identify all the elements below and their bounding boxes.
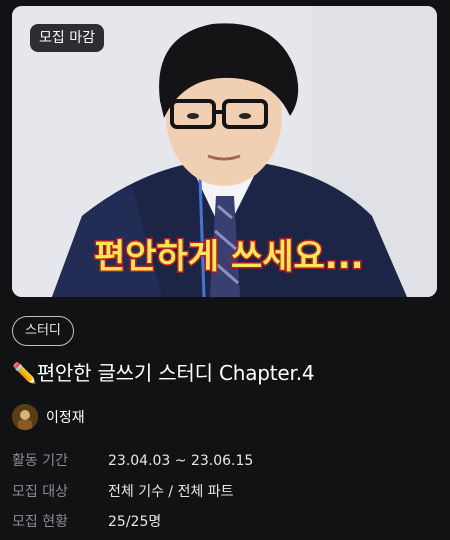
author[interactable]: 이정재 bbox=[12, 404, 85, 430]
category-chip[interactable]: 스터디 bbox=[12, 316, 74, 346]
caption-text: 편안하게 쓰세요... bbox=[94, 237, 364, 277]
info-value: 25/25명 bbox=[108, 514, 162, 530]
info-row-period: 활동 기간 23.04.03 ~ 23.06.15 bbox=[12, 451, 253, 471]
study-title: ✏️편안한 글쓰기 스터디 Chapter.4 bbox=[12, 361, 315, 385]
info-value: 전체 기수 / 전체 파트 bbox=[108, 484, 234, 500]
avatar-image bbox=[12, 404, 38, 430]
study-card[interactable]: 편안하게 쓰세요... 모집 마감 스터디 ✏️편안한 글쓰기 스터디 Chap… bbox=[0, 0, 450, 540]
info-label: 활동 기간 bbox=[12, 453, 68, 469]
info-label: 모집 대상 bbox=[12, 484, 68, 500]
author-avatar bbox=[12, 404, 38, 430]
author-name: 이정재 bbox=[46, 410, 85, 426]
info-value: 23.04.03 ~ 23.06.15 bbox=[108, 453, 254, 469]
recruit-status-badge: 모집 마감 bbox=[30, 24, 104, 52]
info-label: 모집 현황 bbox=[12, 514, 68, 530]
info-row-status: 모집 현황 25/25명 bbox=[12, 512, 161, 532]
info-row-target: 모집 대상 전체 기수 / 전체 파트 bbox=[12, 482, 234, 502]
